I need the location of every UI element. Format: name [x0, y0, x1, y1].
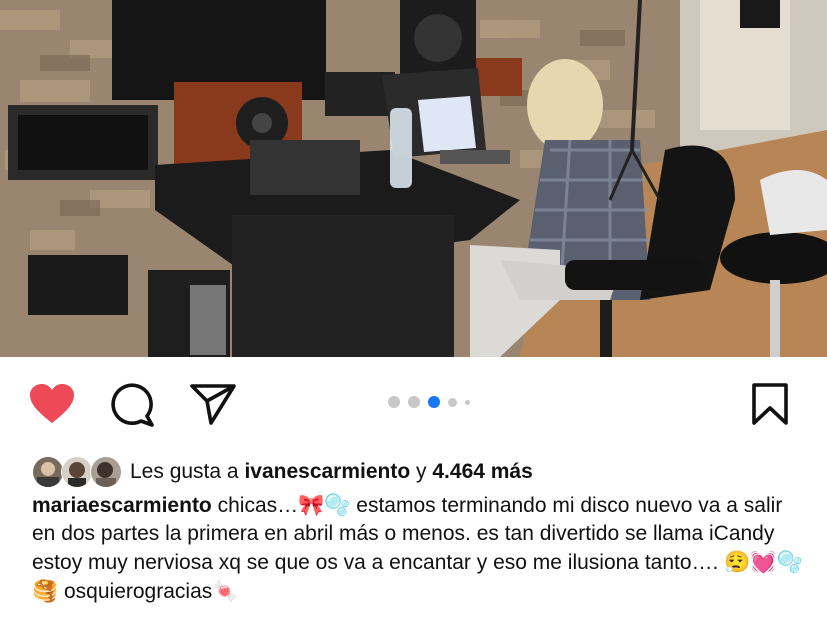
like-button[interactable] — [28, 383, 76, 425]
carousel-dot — [448, 397, 457, 407]
likes-count[interactable]: 4.464 más — [432, 460, 532, 484]
avatar — [90, 456, 122, 488]
paper-plane-icon — [190, 384, 236, 425]
avatar — [61, 456, 93, 488]
caption-username[interactable]: mariaescarmiento — [32, 494, 212, 517]
save-button[interactable] — [751, 383, 789, 425]
caption-emoji-1: 🎀🫧 — [298, 493, 351, 517]
post-caption: mariaescarmiento chicas…🎀🫧 estamos termi… — [32, 491, 807, 606]
caption-text-3: osquierogracias — [64, 580, 213, 603]
post-photo[interactable] — [0, 0, 827, 357]
carousel-dot — [408, 396, 420, 408]
heart-filled-icon — [30, 384, 74, 423]
avatar — [32, 456, 64, 488]
comment-bubble-icon — [111, 383, 154, 427]
likes-summary[interactable]: Les gusta a ivanescarmiento y 4.464 más — [32, 456, 533, 488]
comment-button[interactable] — [109, 382, 155, 428]
bookmark-icon — [752, 383, 788, 425]
carousel-dot — [465, 399, 470, 405]
carousel-dot-active — [428, 396, 440, 408]
share-button[interactable] — [190, 383, 236, 425]
carousel-dot — [388, 396, 400, 408]
likes-prefix: Les gusta a — [130, 460, 239, 483]
action-bar — [0, 357, 827, 452]
likes-connector: y — [416, 460, 427, 483]
liker-username[interactable]: ivanescarmiento — [244, 460, 410, 484]
liker-avatars — [32, 456, 122, 488]
caption-emoji-3: 🍬 — [212, 579, 239, 603]
caption-text-1: chicas… — [217, 494, 299, 517]
carousel-indicator — [388, 395, 470, 409]
